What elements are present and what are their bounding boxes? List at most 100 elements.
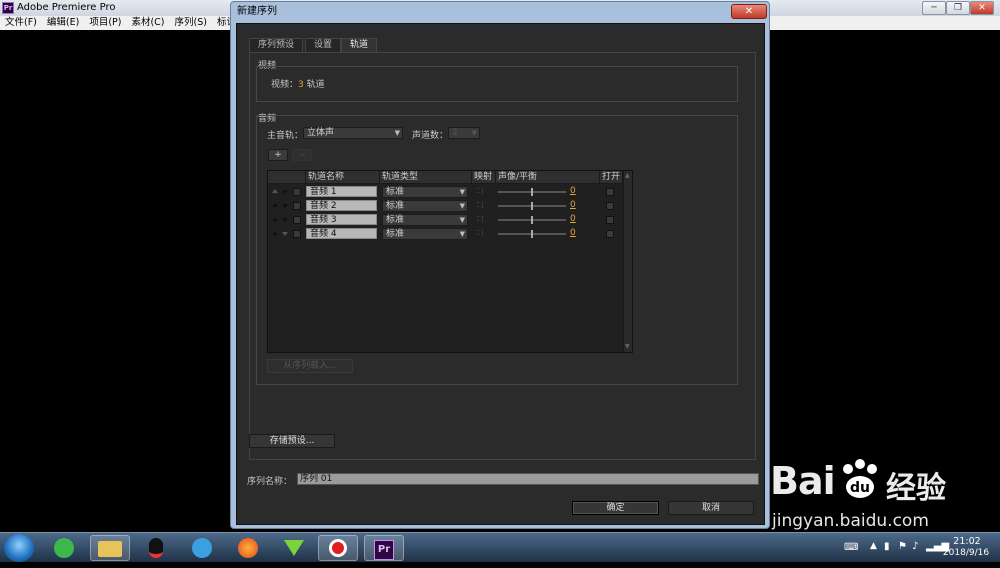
save-preset-button[interactable]: 存储预设... [249, 434, 335, 448]
video-player-icon[interactable] [182, 535, 222, 561]
restore-button[interactable]: ❐ [946, 1, 970, 15]
menu-sequence[interactable]: 序列(S) [170, 16, 212, 30]
dropdown-arrow-icon: ▼ [459, 216, 465, 224]
open-checkbox[interactable] [606, 188, 614, 196]
track-type-dropdown[interactable]: 标准 ▼ [382, 200, 468, 212]
row-checkbox[interactable] [293, 230, 301, 238]
move-up-icon[interactable] [272, 217, 278, 221]
pan-value[interactable]: 0 [570, 214, 576, 224]
screen-recorder-icon[interactable] [318, 535, 358, 561]
move-down-icon[interactable] [282, 232, 288, 236]
windows-start-icon[interactable] [4, 534, 34, 562]
battery-icon[interactable]: ▮ [884, 541, 890, 552]
column-header-mapping: 映射 [472, 171, 496, 184]
column-header-open: 打开 [600, 171, 623, 184]
add-track-button[interactable]: + [268, 149, 288, 161]
table-row[interactable]: 音频 3 标准 ▼ ⁚⋮ 0 [268, 213, 623, 227]
tab-sequence-presets[interactable]: 序列预设 [249, 38, 304, 52]
app-close-button[interactable]: ✕ [970, 1, 994, 15]
ok-button[interactable]: 确定 [572, 501, 659, 515]
video-prefix: 视频： [271, 80, 299, 90]
open-checkbox[interactable] [606, 216, 614, 224]
remove-track-button[interactable]: - [292, 149, 312, 161]
load-from-sequence-button[interactable]: 从序列载入... [267, 359, 353, 373]
premiere-taskbar-label: Pr [374, 540, 394, 560]
scroll-up-icon[interactable]: ▲ [625, 172, 630, 179]
clock-date[interactable]: 2018/9/16 [936, 548, 996, 558]
pan-value[interactable]: 0 [570, 228, 576, 238]
sequence-name-input[interactable]: 序列 01 [297, 473, 759, 485]
table-scrollbar[interactable]: ▲ ▼ [623, 171, 632, 352]
mapping-icon: ⁚⋮ [477, 229, 487, 237]
move-up-icon[interactable] [272, 189, 278, 193]
qq-penguin-icon[interactable] [136, 535, 176, 561]
pan-slider-knob[interactable] [531, 188, 533, 196]
track-name-field[interactable]: 音频 1 [306, 186, 377, 197]
menu-edit[interactable]: 编辑(E) [42, 16, 84, 30]
track-type-value: 标准 [386, 215, 405, 225]
table-row[interactable]: 音频 1 标准 ▼ ⁚⋮ 0 [268, 185, 623, 199]
track-type-dropdown[interactable]: 标准 ▼ [382, 214, 468, 226]
track-type-dropdown[interactable]: 标准 ▼ [382, 228, 468, 240]
dialog-body: 序列预设 设置 轨道 视频 视频：3 轨道 音频 主音轨： 立体声 ▼ 声道数： [236, 23, 765, 525]
volume-icon[interactable]: ♪ [912, 541, 918, 552]
open-checkbox[interactable] [606, 202, 614, 210]
pan-value[interactable]: 0 [570, 200, 576, 210]
pan-slider-knob[interactable] [531, 202, 533, 210]
minimize-button[interactable]: ─ [922, 1, 946, 15]
new-sequence-dialog: 新建序列 ✕ 序列预设 设置 轨道 视频 视频：3 轨道 音频 主音轨： 立体声… [230, 1, 770, 529]
column-header-type: 轨道类型 [380, 171, 472, 184]
mapping-icon: ⁚⋮ [477, 215, 487, 223]
keyboard-icon[interactable]: ⌨ [844, 542, 858, 553]
dialog-titlebar[interactable]: 新建序列 ✕ [231, 2, 769, 22]
row-checkbox[interactable] [293, 188, 301, 196]
move-down-icon[interactable] [282, 190, 288, 194]
dropdown-arrow-icon: ▼ [459, 188, 465, 196]
tracks-panel: 视频 视频：3 轨道 音频 主音轨： 立体声 ▼ 声道数： 2 ▼ + - 轨道… [249, 52, 756, 460]
pan-value[interactable]: 0 [570, 186, 576, 196]
tray-expand-icon[interactable]: ▲ [870, 541, 877, 551]
column-header-name: 轨道名称 [306, 171, 380, 184]
table-row[interactable]: 音频 4 标准 ▼ ⁚⋮ 0 [268, 227, 623, 241]
tab-tracks[interactable]: 轨道 [341, 38, 378, 52]
move-up-icon[interactable] [272, 231, 278, 235]
media-app-icon[interactable] [274, 535, 314, 561]
track-name-field[interactable]: 音频 4 [306, 228, 377, 239]
track-type-value: 标准 [386, 201, 405, 211]
baidu-paw-icon: du [838, 457, 882, 501]
track-type-dropdown[interactable]: 标准 ▼ [382, 186, 468, 198]
move-up-icon[interactable] [272, 203, 278, 207]
channels-dropdown[interactable]: 2 ▼ [448, 127, 480, 139]
open-checkbox[interactable] [606, 230, 614, 238]
scroll-down-icon[interactable]: ▼ [625, 343, 630, 350]
baidu-watermark: Bai du 经验 jingyan.baidu.com [770, 455, 995, 535]
master-track-dropdown[interactable]: 立体声 ▼ [303, 127, 403, 139]
cancel-button[interactable]: 取消 [668, 501, 754, 515]
refresh-app-icon[interactable] [44, 535, 84, 561]
menu-file[interactable]: 文件(F) [0, 16, 42, 30]
row-checkbox[interactable] [293, 216, 301, 224]
flag-icon[interactable]: ⚑ [898, 541, 907, 552]
pan-slider-knob[interactable] [531, 216, 533, 224]
track-name-field[interactable]: 音频 2 [306, 200, 377, 211]
pan-slider-knob[interactable] [531, 230, 533, 238]
firefox-icon[interactable] [228, 535, 268, 561]
svg-text:du: du [850, 480, 870, 496]
premiere-taskbar-icon[interactable]: Pr [364, 535, 404, 561]
file-explorer-icon[interactable] [90, 535, 130, 561]
table-row[interactable]: 音频 2 标准 ▼ ⁚⋮ 0 [268, 199, 623, 213]
row-checkbox[interactable] [293, 202, 301, 210]
menu-clip[interactable]: 素材(C) [126, 16, 169, 30]
track-name-field[interactable]: 音频 3 [306, 214, 377, 225]
watermark-brand-suffix: 经验 [886, 471, 946, 506]
tab-settings[interactable]: 设置 [305, 38, 342, 52]
move-down-icon[interactable] [282, 204, 288, 208]
clock-time[interactable]: 21:02 [942, 536, 992, 547]
system-tray: ⌨ ▲ ▮ ⚑ ♪ ▂▄▆ 21:02 2018/9/16 [838, 535, 998, 561]
master-track-value: 立体声 [307, 128, 335, 138]
dialog-close-button[interactable]: ✕ [731, 4, 767, 19]
premiere-logo-icon: Pr [2, 2, 14, 14]
menu-project[interactable]: 项目(P) [84, 16, 126, 30]
dialog-title: 新建序列 [237, 6, 277, 17]
move-down-icon[interactable] [282, 218, 288, 222]
